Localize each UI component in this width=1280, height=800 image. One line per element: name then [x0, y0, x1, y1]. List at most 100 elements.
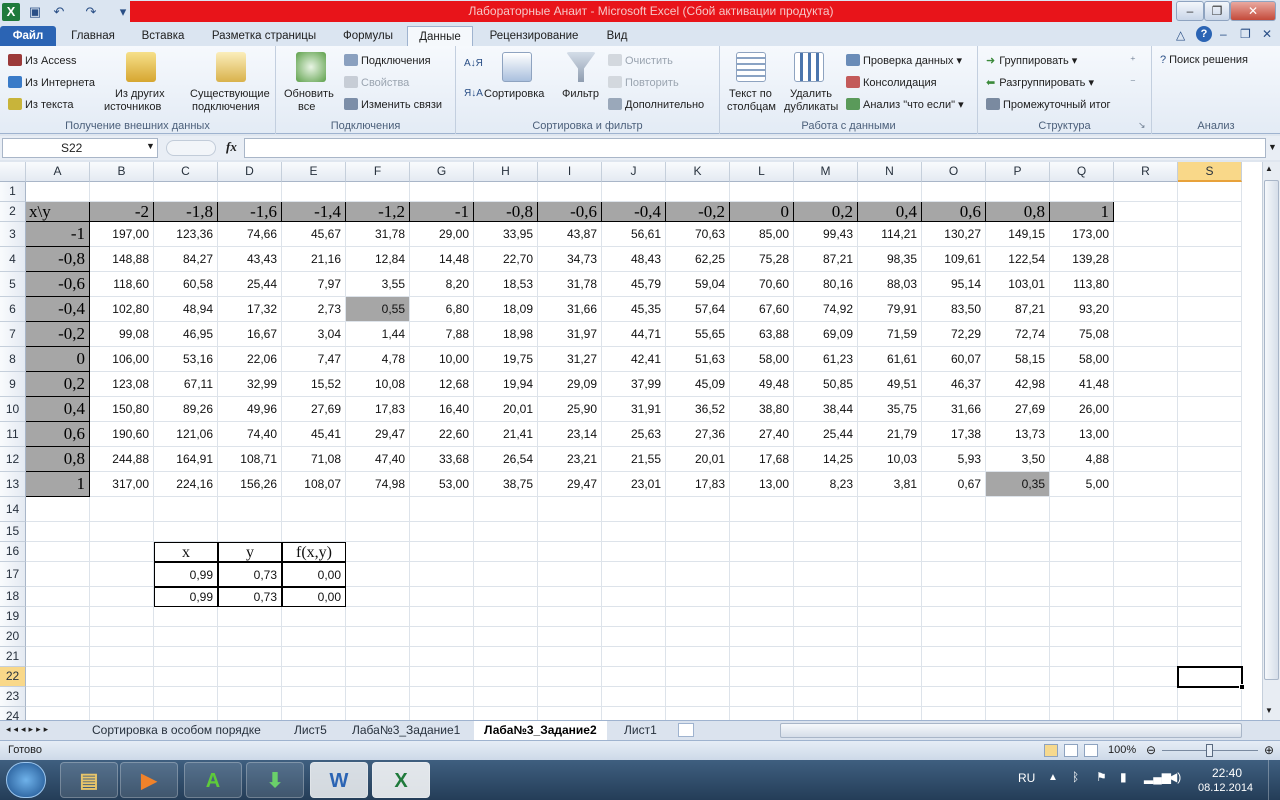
grid-cell[interactable] [986, 497, 1050, 522]
value-cell[interactable]: 72,74 [986, 322, 1050, 347]
x-header-cell[interactable]: 0,2 [26, 372, 90, 397]
grid-cell[interactable] [1178, 522, 1242, 542]
grid-cell[interactable] [858, 497, 922, 522]
grid-cell[interactable] [1114, 247, 1178, 272]
value-cell[interactable]: 17,83 [346, 397, 410, 422]
x-header-cell[interactable]: -1 [26, 222, 90, 247]
grid-cell[interactable] [1178, 247, 1242, 272]
value-cell[interactable]: 57,64 [666, 297, 730, 322]
column-header[interactable]: A [26, 162, 90, 182]
row-header[interactable]: 4 [0, 247, 26, 272]
grid-cell[interactable] [794, 562, 858, 587]
grid-cell[interactable] [1114, 322, 1178, 347]
horizontal-scroll-thumb[interactable] [780, 723, 1242, 738]
grid-cell[interactable] [538, 562, 602, 587]
column-header[interactable]: I [538, 162, 602, 182]
value-cell[interactable]: 190,60 [90, 422, 154, 447]
grid-cell[interactable] [410, 627, 474, 647]
grid-cell[interactable] [346, 542, 410, 562]
y-header-cell[interactable]: -0,8 [474, 202, 538, 222]
grid-cell[interactable] [90, 707, 154, 720]
value-cell[interactable]: 130,27 [922, 222, 986, 247]
y-header-cell[interactable]: 0 [730, 202, 794, 222]
clock-time[interactable]: 22:40 [1212, 766, 1242, 780]
zoom-out-icon[interactable]: ⊖ [1146, 743, 1156, 757]
grid-cell[interactable] [282, 687, 346, 707]
zoom-level[interactable]: 100% [1108, 744, 1136, 756]
grid-cell[interactable] [26, 707, 90, 720]
value-cell[interactable]: 53,00 [410, 472, 474, 497]
x-header-cell[interactable]: 0,4 [26, 397, 90, 422]
grid-cell[interactable] [282, 607, 346, 627]
row-header[interactable]: 15 [0, 522, 26, 542]
bluetooth-icon[interactable]: ᛒ [1072, 770, 1079, 784]
value-cell[interactable]: 7,47 [282, 347, 346, 372]
value-cell[interactable]: 20,01 [666, 447, 730, 472]
value-cell[interactable]: 113,80 [1050, 272, 1114, 297]
table-corner-header[interactable]: x\y [26, 202, 90, 222]
grid-cell[interactable] [986, 542, 1050, 562]
value-cell[interactable]: 25,63 [602, 422, 666, 447]
row-header[interactable]: 12 [0, 447, 26, 472]
value-cell[interactable]: 87,21 [794, 247, 858, 272]
value-cell[interactable]: 173,00 [1050, 222, 1114, 247]
y-header-cell[interactable]: -0,6 [538, 202, 602, 222]
grid-cell[interactable] [1178, 347, 1242, 372]
value-cell[interactable]: 25,44 [218, 272, 282, 297]
value-cell[interactable]: 48,43 [602, 247, 666, 272]
grid-cell[interactable] [1114, 647, 1178, 667]
value-cell[interactable]: 31,91 [602, 397, 666, 422]
value-cell[interactable]: 84,27 [154, 247, 218, 272]
result-value-cell[interactable]: 0,73 [218, 587, 282, 607]
value-cell[interactable]: 36,52 [666, 397, 730, 422]
grid-cell[interactable] [730, 687, 794, 707]
value-cell[interactable]: 109,61 [922, 247, 986, 272]
grid-cell[interactable] [346, 587, 410, 607]
tab-formulas[interactable]: Формулы [332, 26, 404, 46]
grid-cell[interactable] [1178, 587, 1242, 607]
grid-cell[interactable] [410, 587, 474, 607]
x-header-cell[interactable]: -0,4 [26, 297, 90, 322]
grid-cell[interactable] [346, 182, 410, 202]
grid-cell[interactable] [922, 647, 986, 667]
x-header-cell[interactable]: 0,8 [26, 447, 90, 472]
value-cell[interactable]: 29,47 [346, 422, 410, 447]
grid-cell[interactable] [1050, 182, 1114, 202]
value-cell[interactable]: 1,44 [346, 322, 410, 347]
grid-cell[interactable] [538, 497, 602, 522]
grid-cell[interactable] [474, 562, 538, 587]
grid-cell[interactable] [538, 587, 602, 607]
grid-cell[interactable] [858, 182, 922, 202]
grid-cell[interactable] [218, 522, 282, 542]
grid-cell[interactable] [474, 707, 538, 720]
grid-cell[interactable] [1178, 472, 1242, 497]
refresh-all-button[interactable]: Обновить [284, 88, 334, 100]
grid-cell[interactable] [1178, 687, 1242, 707]
grid-cell[interactable] [154, 647, 218, 667]
value-cell[interactable]: 23,21 [538, 447, 602, 472]
grid-cell[interactable] [90, 522, 154, 542]
column-header[interactable]: N [858, 162, 922, 182]
consolidate-button[interactable]: Консолидация [846, 76, 937, 89]
value-cell[interactable]: 2,73 [282, 297, 346, 322]
value-cell[interactable]: 17,38 [922, 422, 986, 447]
result-value-cell[interactable]: 0,99 [154, 587, 218, 607]
value-cell[interactable]: 108,71 [218, 447, 282, 472]
select-all-corner[interactable] [0, 162, 26, 182]
grid-cell[interactable] [282, 707, 346, 720]
row-header[interactable]: 14 [0, 497, 26, 522]
grid-cell[interactable] [538, 607, 602, 627]
row-header[interactable]: 23 [0, 687, 26, 707]
grid-cell[interactable] [218, 182, 282, 202]
value-cell[interactable]: 18,53 [474, 272, 538, 297]
expand-formula-icon[interactable]: ▼ [1268, 142, 1277, 152]
x-header-cell[interactable]: -0,2 [26, 322, 90, 347]
grid-cell[interactable] [1178, 422, 1242, 447]
grid-cell[interactable] [986, 627, 1050, 647]
grid-cell[interactable] [26, 627, 90, 647]
value-cell[interactable]: 49,51 [858, 372, 922, 397]
value-cell[interactable]: 61,61 [858, 347, 922, 372]
grid-cell[interactable] [410, 497, 474, 522]
grid-cell[interactable] [602, 707, 666, 720]
grid-cell[interactable] [922, 627, 986, 647]
